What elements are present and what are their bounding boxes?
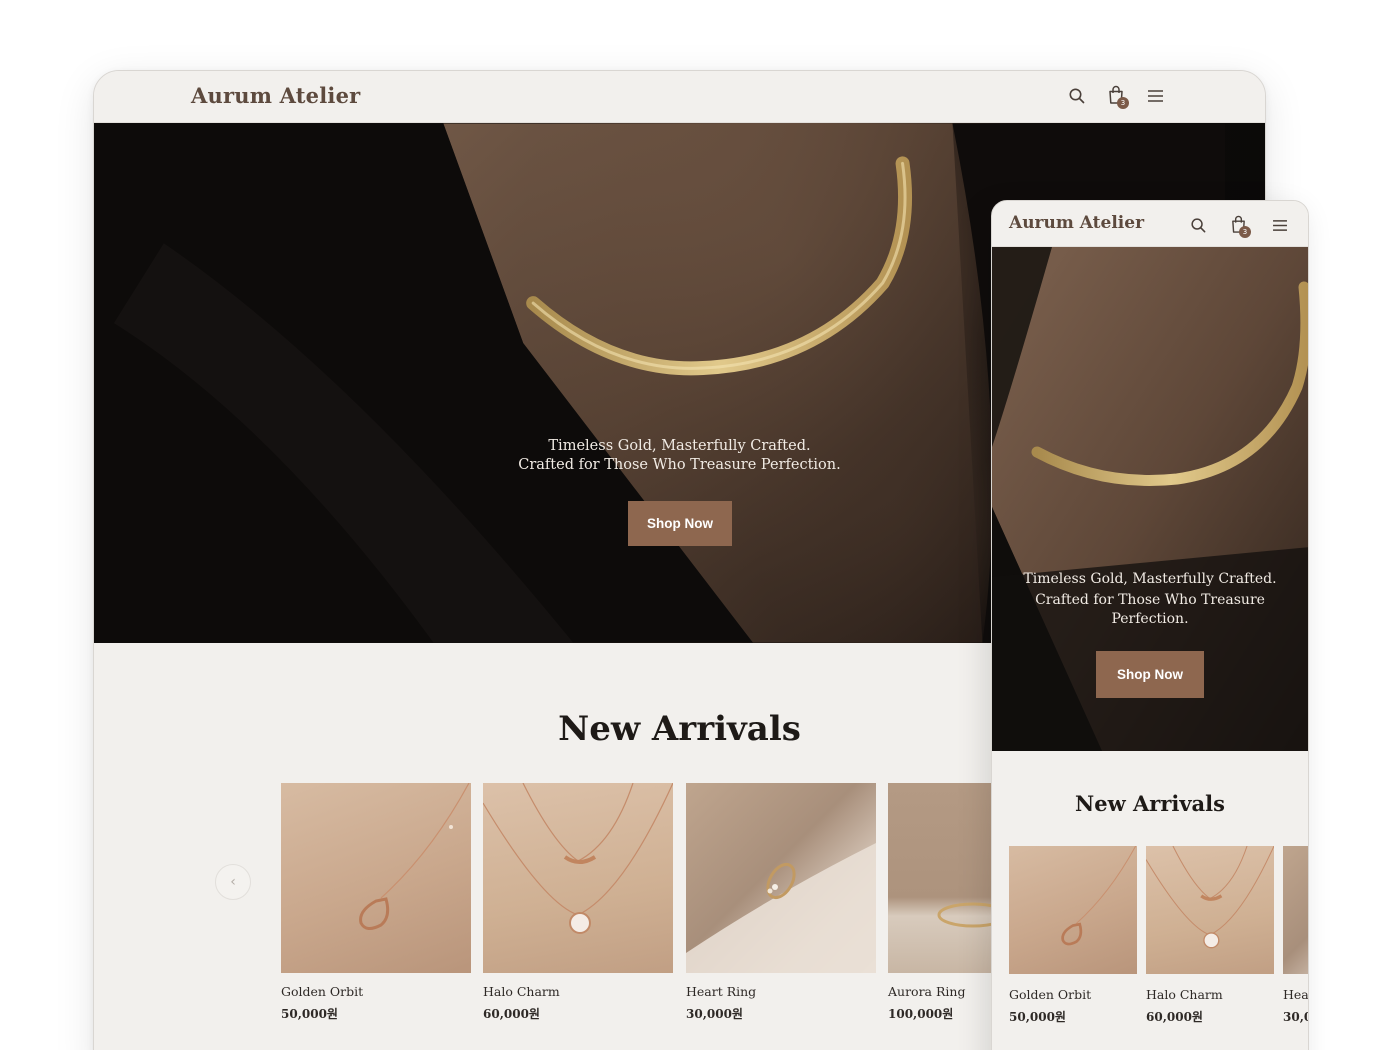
product-name[interactable]: Halo Charm: [1146, 987, 1274, 1002]
shop-now-button[interactable]: Shop Now: [628, 501, 732, 546]
product-image[interactable]: [281, 783, 471, 973]
product-price: 50,000원: [1009, 1010, 1066, 1024]
product-price: 30,000원: [1283, 1010, 1308, 1024]
product-name[interactable]: Golden Orbit: [1009, 987, 1137, 1002]
product-name[interactable]: Heart Ring: [1283, 987, 1308, 1002]
shopping-bag-icon[interactable]: 3: [1107, 85, 1129, 109]
product-image[interactable]: [1283, 846, 1308, 974]
mobile-header: Aurum Atelier 3: [992, 201, 1308, 247]
mobile-new-arrivals-heading: New Arrivals: [1075, 791, 1225, 816]
mobile-hero-tagline-2: Crafted for Those Who Treasure: [1035, 592, 1265, 608]
chevron-left-icon[interactable]: ‹: [215, 864, 251, 900]
product-price: 50,000원: [281, 1007, 338, 1021]
product-card[interactable]: Halo Charm 60,000원: [1146, 846, 1274, 1025]
product-image[interactable]: [483, 783, 673, 973]
product-card[interactable]: Golden Orbit 50,000원: [1009, 846, 1137, 1025]
product-card[interactable]: Heart Ring 30,000원: [1283, 846, 1308, 1025]
product-image[interactable]: [1009, 846, 1137, 974]
search-icon[interactable]: [1190, 217, 1207, 234]
cart-count-badge: 3: [1117, 97, 1129, 109]
brand-logo[interactable]: Aurum Atelier: [191, 83, 360, 108]
product-price: 60,000원: [483, 1007, 540, 1021]
mobile-hero-tagline-3: Perfection.: [1111, 611, 1189, 627]
mobile-preview: Aurum Atelier 3 Timeless Gold, Masterful…: [991, 200, 1309, 1050]
product-name[interactable]: Halo Charm: [483, 984, 673, 999]
site-header: Aurum Atelier 3: [94, 71, 1265, 123]
product-card[interactable]: Heart Ring 30,000원: [686, 783, 876, 1022]
mobile-hero-tagline-1: Timeless Gold, Masterfully Crafted.: [1023, 571, 1277, 587]
menu-icon[interactable]: [1272, 219, 1288, 232]
search-icon[interactable]: [1068, 87, 1086, 105]
product-name[interactable]: Heart Ring: [686, 984, 876, 999]
product-price: 60,000원: [1146, 1010, 1203, 1024]
product-price: 30,000원: [686, 1007, 743, 1021]
mobile-shop-now-button[interactable]: Shop Now: [1096, 651, 1204, 698]
product-card[interactable]: Golden Orbit 50,000원: [281, 783, 471, 1022]
mobile-brand-logo[interactable]: Aurum Atelier: [1009, 213, 1144, 233]
cart-count-badge: 3: [1239, 226, 1251, 238]
product-card[interactable]: Halo Charm 60,000원: [483, 783, 673, 1022]
product-name[interactable]: Golden Orbit: [281, 984, 471, 999]
menu-icon[interactable]: [1147, 89, 1164, 103]
mobile-hero-banner: Timeless Gold, Masterfully Crafted. Craf…: [992, 247, 1308, 751]
shopping-bag-icon[interactable]: 3: [1230, 215, 1251, 238]
product-image[interactable]: [1146, 846, 1274, 974]
product-image[interactable]: [686, 783, 876, 973]
